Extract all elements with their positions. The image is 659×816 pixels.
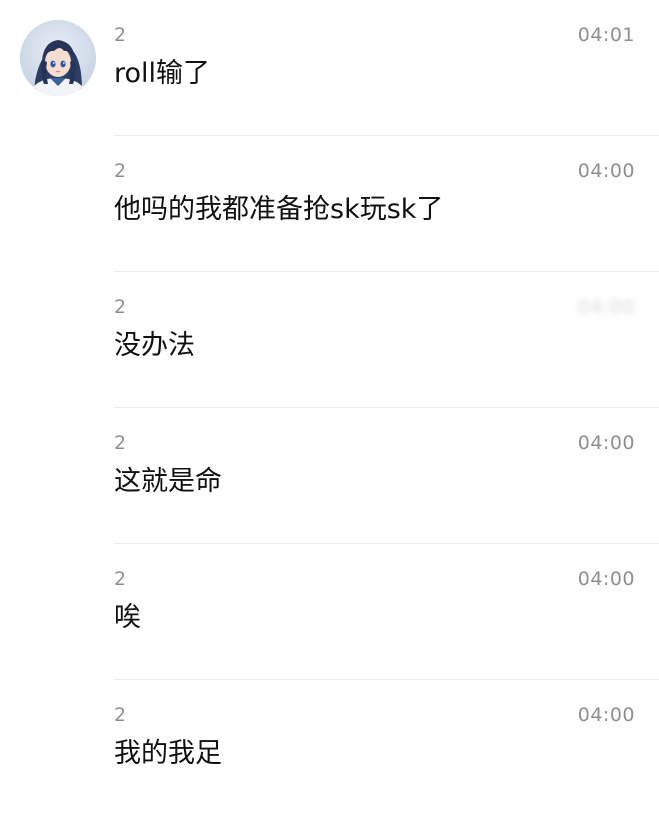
chat-message[interactable]: 2 04:00 唉 <box>0 544 659 680</box>
chat-message[interactable]: 2 04:00 没办法 <box>0 272 659 408</box>
message-time: 04:01 <box>577 24 635 46</box>
message-text: 唉 <box>114 602 141 633</box>
chat-message[interactable]: 2 04:00 他吗的我都准备抢sk玩sk了 <box>0 136 659 272</box>
sender-name: 2 <box>114 160 127 182</box>
sender-name: 2 <box>114 704 127 726</box>
message-time: 04:00 <box>577 568 635 590</box>
message-text: 这就是命 <box>114 466 222 497</box>
message-text: 我的我足 <box>114 738 222 769</box>
message-time: 04:00 <box>577 432 635 454</box>
sender-name: 2 <box>114 568 127 590</box>
message-text: 他吗的我都准备抢sk玩sk了 <box>114 194 444 225</box>
avatar[interactable] <box>20 20 96 96</box>
sender-name: 2 <box>114 296 127 318</box>
chat-message[interactable]: 2 04:01 roll输了 <box>0 0 659 136</box>
message-text: roll输了 <box>114 58 211 89</box>
message-time: 04:00 <box>577 704 635 726</box>
sender-name: 2 <box>114 432 127 454</box>
chat-message[interactable]: 2 04:00 我的我足 <box>0 680 659 816</box>
sender-name: 2 <box>114 24 127 46</box>
chat-message[interactable]: 2 04:00 这就是命 <box>0 408 659 544</box>
chat-message-list: 2 04:01 roll输了 2 04:00 他吗的我都准备抢sk玩sk了 2 … <box>0 0 659 801</box>
message-time: 04:00 <box>577 296 635 318</box>
message-time: 04:00 <box>577 160 635 182</box>
anime-girl-avatar-icon <box>20 20 96 96</box>
message-text: 没办法 <box>114 330 195 361</box>
